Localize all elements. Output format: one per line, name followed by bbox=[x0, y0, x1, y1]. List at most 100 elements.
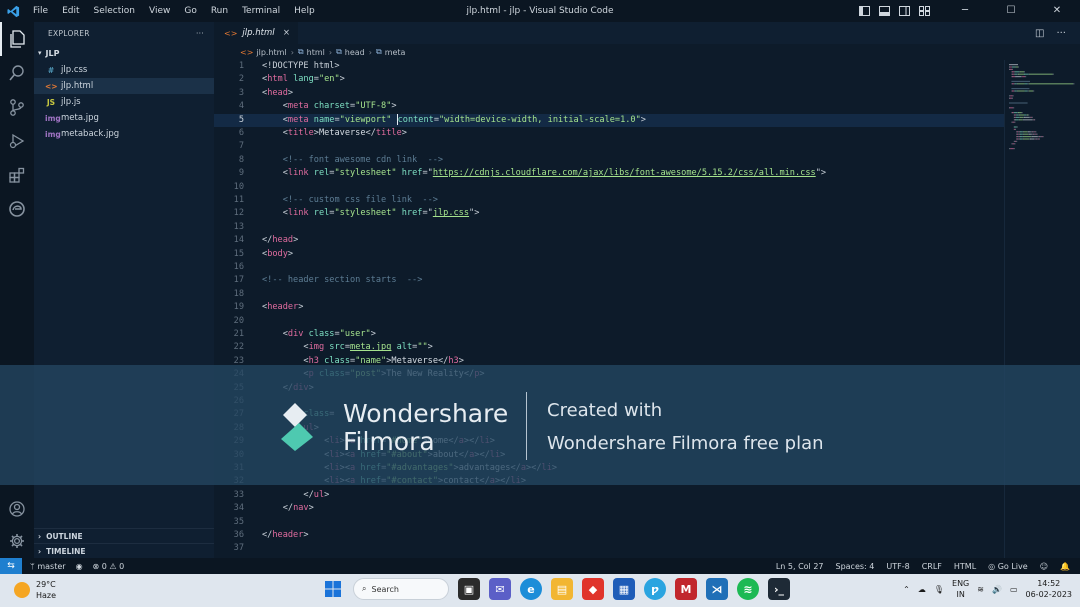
edge-devtools-icon[interactable] bbox=[0, 192, 34, 226]
run-debug-icon[interactable] bbox=[0, 124, 34, 158]
code-line[interactable]: 4 <meta charset="UTF-8"> bbox=[214, 100, 1004, 113]
code-line[interactable]: 2 <html lang="en"> bbox=[214, 73, 1004, 86]
folder-jlp[interactable]: ▾ JLP bbox=[34, 44, 214, 62]
notifications-bell-icon[interactable]: 🔔 bbox=[1060, 562, 1070, 571]
language-indicator[interactable]: ENG IN bbox=[952, 578, 969, 600]
extensions-icon[interactable] bbox=[0, 158, 34, 192]
code-line[interactable]: 20 bbox=[214, 315, 1004, 328]
taskbar-search[interactable]: ⌕ Search bbox=[353, 578, 449, 600]
code-line[interactable]: 16 bbox=[214, 261, 1004, 274]
code-line[interactable]: 37 bbox=[214, 542, 1004, 555]
outline-section[interactable]: › OUTLINE bbox=[34, 528, 214, 543]
menu-go[interactable]: Go bbox=[177, 0, 203, 22]
code-line[interactable]: 6 <title>Metaverse</title> bbox=[214, 127, 1004, 140]
code-line[interactable]: 34 </nav> bbox=[214, 502, 1004, 515]
search-icon[interactable] bbox=[0, 56, 34, 90]
menu-edit[interactable]: Edit bbox=[55, 0, 86, 22]
edge-browser-icon[interactable]: e bbox=[520, 578, 542, 600]
menu-view[interactable]: View bbox=[142, 0, 177, 22]
customize-layout-icon[interactable] bbox=[919, 6, 930, 16]
file-item[interactable]: JS jlp.js bbox=[34, 94, 214, 110]
code-line[interactable]: 22 <img src=meta.jpg alt=""> bbox=[214, 341, 1004, 354]
terminal-icon[interactable]: ›_ bbox=[768, 578, 790, 600]
breadcrumb-meta[interactable]: meta bbox=[385, 48, 406, 57]
microphone-icon[interactable]: 🎙 bbox=[934, 585, 944, 594]
weather-widget[interactable]: 29°C Haze bbox=[14, 579, 56, 601]
file-item[interactable]: <> jlp.html bbox=[34, 78, 214, 94]
minimize-icon[interactable]: ─ bbox=[942, 0, 988, 22]
file-explorer-icon[interactable]: ▤ bbox=[551, 578, 573, 600]
toggle-primary-sidebar-icon[interactable] bbox=[859, 6, 870, 16]
code-line[interactable]: 1 <!DOCTYPE html> bbox=[214, 60, 1004, 73]
remote-window-icon[interactable]: ⇆ bbox=[0, 558, 22, 574]
task-view-icon[interactable]: ▣ bbox=[458, 578, 480, 600]
toggle-secondary-sidebar-icon[interactable] bbox=[899, 6, 910, 16]
end-of-line[interactable]: CRLF bbox=[922, 562, 942, 571]
code-line[interactable]: 7 bbox=[214, 140, 1004, 153]
code-line[interactable]: 21 <div class="user"> bbox=[214, 328, 1004, 341]
tab-jlp-html[interactable]: <> jlp.html × bbox=[214, 22, 298, 44]
spotify-icon[interactable]: ≋ bbox=[737, 578, 759, 600]
feedback-icon[interactable]: ☺ bbox=[1040, 562, 1048, 571]
code-line[interactable]: 36 </header> bbox=[214, 529, 1004, 542]
volume-icon[interactable]: 🔊 bbox=[992, 585, 1002, 594]
encoding[interactable]: UTF-8 bbox=[886, 562, 909, 571]
source-control-icon[interactable] bbox=[0, 90, 34, 124]
breadcrumb-file[interactable]: jlp.html bbox=[256, 48, 286, 57]
menu-run[interactable]: Run bbox=[204, 0, 235, 22]
code-line[interactable]: 14 </head> bbox=[214, 234, 1004, 247]
split-editor-icon[interactable]: ◫ bbox=[1035, 28, 1044, 39]
more-actions-icon[interactable]: ··· bbox=[196, 29, 204, 38]
menu-terminal[interactable]: Terminal bbox=[235, 0, 287, 22]
sync-icon[interactable]: ◉ bbox=[76, 562, 83, 571]
code-line[interactable]: 17 <!-- header section starts --> bbox=[214, 274, 1004, 287]
code-line[interactable]: 19 <header> bbox=[214, 301, 1004, 314]
more-actions-icon[interactable]: ··· bbox=[1056, 28, 1066, 39]
code-line[interactable]: 8 <!-- font awesome cdn link --> bbox=[214, 154, 1004, 167]
code-line[interactable]: 35 bbox=[214, 516, 1004, 529]
anydesk-icon[interactable]: ◆ bbox=[582, 578, 604, 600]
code-line[interactable]: 10 bbox=[214, 181, 1004, 194]
settings-gear-icon[interactable] bbox=[0, 524, 34, 558]
file-item[interactable]: # jlp.css bbox=[34, 62, 214, 78]
code-line[interactable]: 13 bbox=[214, 221, 1004, 234]
breadcrumb-head[interactable]: head bbox=[345, 48, 365, 57]
mcafee-icon[interactable]: M bbox=[675, 578, 697, 600]
indentation[interactable]: Spaces: 4 bbox=[836, 562, 875, 571]
python-icon[interactable]: ƿ bbox=[644, 578, 666, 600]
branch-status[interactable]: ᛘ master bbox=[30, 562, 66, 571]
battery-icon[interactable]: ▭ bbox=[1010, 585, 1018, 594]
code-line[interactable]: 33 </ul> bbox=[214, 489, 1004, 502]
code-line[interactable]: 12 <link rel="stylesheet" href="jlp.css"… bbox=[214, 207, 1004, 220]
code-line[interactable]: 15 <body> bbox=[214, 248, 1004, 261]
timeline-section[interactable]: › TIMELINE bbox=[34, 543, 214, 558]
teams-chat-icon[interactable]: ✉ bbox=[489, 578, 511, 600]
close-window-icon[interactable]: ✕ bbox=[1034, 0, 1080, 22]
close-tab-icon[interactable]: × bbox=[283, 28, 290, 38]
accounts-icon[interactable] bbox=[0, 492, 34, 526]
vscode-taskbar-icon[interactable]: ⋊ bbox=[706, 578, 728, 600]
explorer-icon[interactable] bbox=[0, 22, 34, 56]
store-icon[interactable]: ▦ bbox=[613, 578, 635, 600]
chevron-up-icon[interactable]: ⌃ bbox=[903, 585, 910, 594]
problems-status[interactable]: ⊗ 0 ⚠ 0 bbox=[93, 562, 125, 571]
toggle-panel-icon[interactable] bbox=[879, 6, 890, 16]
cursor-position[interactable]: Ln 5, Col 27 bbox=[776, 562, 824, 571]
maximize-icon[interactable]: ☐ bbox=[988, 0, 1034, 22]
wifi-icon[interactable]: ≋ bbox=[977, 585, 984, 594]
menu-help[interactable]: Help bbox=[287, 0, 322, 22]
file-item[interactable]: img metaback.jpg bbox=[34, 126, 214, 142]
breadcrumb-html[interactable]: html bbox=[307, 48, 325, 57]
code-line[interactable]: 5 <meta name="viewport" content="width=d… bbox=[214, 113, 1004, 127]
go-live-button[interactable]: ◎ Go Live bbox=[988, 562, 1028, 571]
code-line[interactable]: 11 <!-- custom css file link --> bbox=[214, 194, 1004, 207]
windows-start-icon[interactable] bbox=[322, 578, 344, 600]
clock[interactable]: 14:52 06-02-2023 bbox=[1026, 578, 1073, 600]
code-line[interactable]: 9 <link rel="stylesheet" href="https://c… bbox=[214, 167, 1004, 180]
code-line[interactable]: 18 bbox=[214, 288, 1004, 301]
onedrive-icon[interactable]: ☁ bbox=[918, 585, 926, 594]
menu-file[interactable]: File bbox=[26, 0, 55, 22]
code-line[interactable]: 3 <head> bbox=[214, 87, 1004, 100]
language-mode[interactable]: HTML bbox=[954, 562, 976, 571]
menu-selection[interactable]: Selection bbox=[87, 0, 142, 22]
